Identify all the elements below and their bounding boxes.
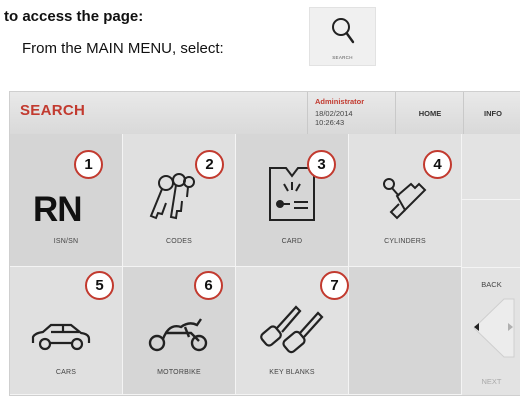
tile-label: CODES [166, 238, 192, 245]
back-label: BACK [481, 280, 502, 289]
keys-icon [149, 173, 195, 220]
intro-instruction: From the MAIN MENU, select: [22, 40, 224, 57]
number-badge: 2 [195, 150, 224, 179]
number-badge: 4 [423, 150, 452, 179]
current-time: 10:26:43 [315, 118, 345, 127]
top-bar: SEARCH Administrator 18/02/2014 10:26:43… [10, 92, 520, 134]
tile-label: CARD [281, 238, 303, 245]
number-badge: 6 [194, 271, 223, 300]
tile-label: CARS [55, 369, 77, 376]
tile-isn-sn[interactable]: RN ISN/SN [10, 134, 123, 267]
rn-icon: RN [33, 190, 83, 229]
page-title: SEARCH [20, 102, 86, 119]
side-empty-slot [462, 134, 520, 200]
cylinder-key-icon [383, 178, 427, 220]
tile-label: KEY BLANKS [269, 369, 315, 376]
user-info: Administrator 18/02/2014 10:26:43 [307, 92, 396, 134]
number-badge: 3 [307, 150, 336, 179]
number-badge: 7 [320, 271, 349, 300]
number-badge: 5 [85, 271, 114, 300]
previous-page-button[interactable] [470, 320, 484, 334]
empty-tile [349, 267, 462, 395]
tile-label: MOTORBIKE [157, 369, 201, 376]
number-badge: 1 [74, 150, 103, 179]
arrow-left-icon [474, 323, 479, 331]
key-blanks-icon [260, 305, 324, 354]
side-empty-slot [462, 200, 520, 268]
search-screen: SEARCH Administrator 18/02/2014 10:26:43… [9, 91, 520, 396]
search-icon [332, 18, 355, 44]
tile-label: ISN/SN [53, 238, 79, 245]
search-tile-label: SEARCH [332, 55, 353, 60]
next-label: NEXT [481, 377, 502, 386]
current-date: 18/02/2014 [315, 109, 353, 118]
car-icon [31, 323, 91, 351]
search-menu-tile[interactable]: SEARCH [309, 7, 376, 66]
motorbike-icon [148, 318, 208, 352]
home-button[interactable]: HOME [395, 92, 464, 134]
intro-heading: to access the page: [4, 8, 144, 25]
info-button[interactable]: INFO [463, 92, 520, 134]
arrow-right-icon [508, 323, 513, 331]
user-name: Administrator [315, 97, 365, 106]
next-page-button[interactable] [503, 320, 517, 334]
tile-label: CYLINDERS [384, 238, 426, 245]
